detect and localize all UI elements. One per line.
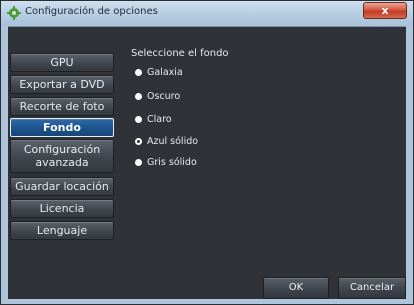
radio-dot-icon[interactable] — [135, 159, 142, 166]
sidebar-item-save-location[interactable]: Guardar locación — [10, 177, 114, 196]
gear-icon — [7, 6, 21, 20]
ok-button[interactable]: OK — [263, 277, 329, 299]
cancel-button[interactable]: Cancelar — [338, 277, 406, 299]
window-frame-right — [406, 26, 413, 304]
close-button[interactable]: x — [363, 2, 407, 19]
radio-label: Oscuro — [147, 91, 181, 102]
sidebar-item-photo-crop[interactable]: Recorte de foto — [10, 97, 114, 116]
title-bar[interactable]: Configuración de opciones x — [1, 1, 413, 27]
radio-selected-icon[interactable] — [135, 138, 142, 145]
window-frame-left — [1, 26, 8, 304]
radio-label: Claro — [147, 114, 172, 125]
sidebar-item-language[interactable]: Lenguaje — [10, 221, 114, 240]
radio-dot-icon[interactable] — [135, 116, 142, 123]
radio-label: Azul sólido — [147, 136, 199, 147]
sidebar-item-advanced-line2: avanzada — [35, 156, 89, 169]
radio-label: Gris sólido — [147, 157, 197, 168]
background-heading: Seleccione el fondo — [131, 48, 229, 59]
sidebar-item-export-dvd[interactable]: Exportar a DVD — [10, 75, 114, 94]
sidebar-item-gpu[interactable]: GPU — [10, 53, 114, 72]
radio-label: Galaxia — [147, 67, 183, 78]
sidebar-item-license[interactable]: Licencia — [10, 199, 114, 218]
radio-dot-icon[interactable] — [135, 69, 142, 76]
options-dialog: Configuración de opciones x GPU Exportar… — [0, 0, 414, 305]
radio-dot-icon[interactable] — [135, 93, 142, 100]
sidebar-item-advanced-line1: Configuración — [23, 143, 101, 156]
sidebar-item-background[interactable]: Fondo — [10, 118, 114, 137]
window-title: Configuración de opciones — [25, 6, 158, 17]
sidebar-item-advanced-settings[interactable]: Configuración avanzada — [10, 139, 114, 173]
